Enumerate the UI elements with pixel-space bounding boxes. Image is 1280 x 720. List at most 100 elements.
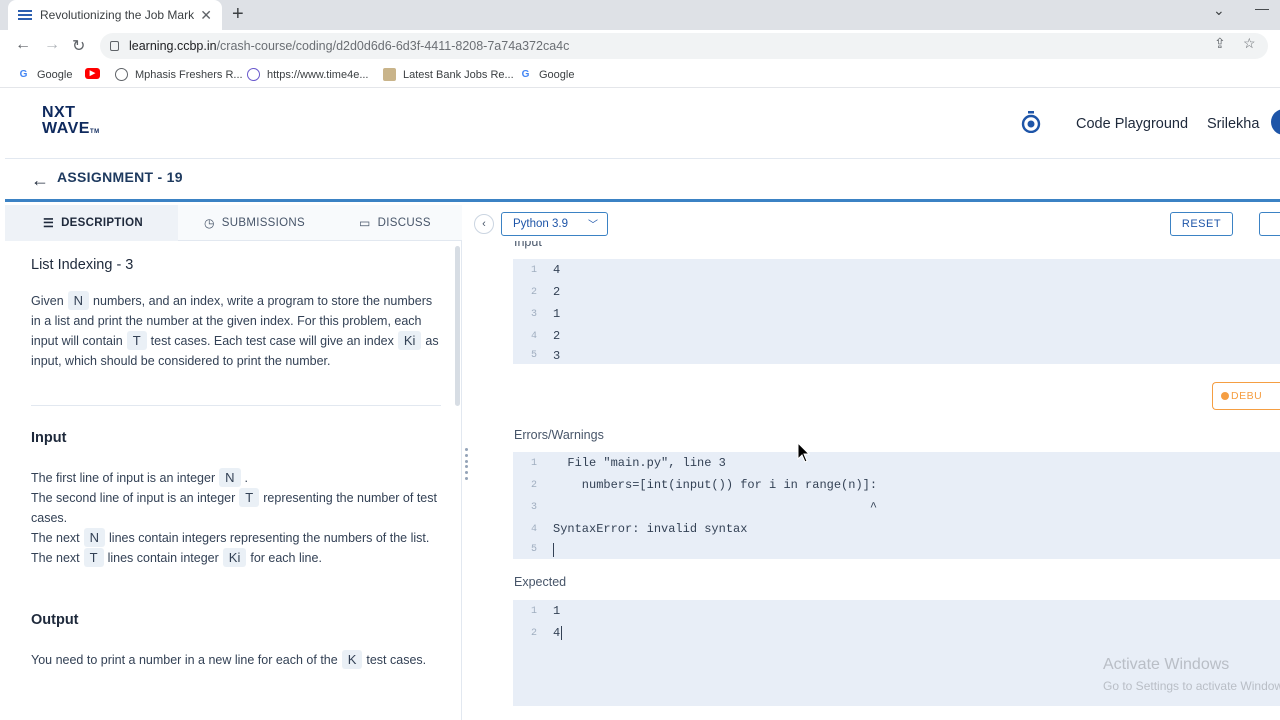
divider [31,405,441,406]
code-line: 5 [513,540,554,559]
tab-submissions[interactable]: ◷ SUBMISSIONS [204,205,305,241]
bookmark-label: Google [37,68,73,81]
clock-icon: ◷ [204,216,215,230]
share-icon[interactable]: ⇪ [1214,35,1226,52]
forward-nav-icon[interactable]: → [44,36,60,54]
youtube-icon: ▶ [85,68,100,79]
input-heading: Input [31,430,67,446]
windows-activation-watermark: Activate Windows Go to Settings to activ… [1103,656,1280,693]
code-text: SyntaxError: invalid syntax [553,522,748,536]
bookmark-item[interactable]: https://www.time4e... [247,68,368,81]
assignment-title: ASSIGNMENT - 19 [57,169,183,185]
collapse-panel-button[interactable]: ‹ [474,214,494,234]
bookmark-label: Mphasis Freshers R... [135,68,243,81]
bookmark-item[interactable]: G Google [519,68,575,81]
var-n: N [67,291,90,310]
input-text: The second line of input is an integer [31,491,236,505]
tab-submissions-label: SUBMISSIONS [221,217,305,229]
bank-icon [383,68,396,81]
code-text: 1 [553,307,561,321]
text-caret [553,542,554,557]
tab-discuss[interactable]: ▭ DISCUSS [359,205,431,241]
submit-button[interactable] [1259,212,1280,236]
back-nav-icon[interactable]: ← [15,36,31,54]
code-line: 2 numbers=[int(input()) for i in range(n… [530,478,878,492]
code-line: 31 [530,307,561,321]
input-text: The next [31,551,80,565]
url-path: /crash-course/coding/d2d0d6d6-6d3f-4411-… [216,39,570,53]
input-box[interactable]: 14 22 31 42 53 [513,259,1280,364]
google-icon: G [521,69,530,80]
chevron-down-icon: ﹀ [588,220,598,231]
panel-resize-handle[interactable] [465,448,469,480]
desc-text: Given [31,294,64,308]
var-ki: Ki [222,548,247,567]
var-ki: Ki [397,331,422,350]
code-playground-link[interactable]: Code Playground [1076,116,1188,132]
reload-icon[interactable]: ↻ [72,36,85,56]
url-input[interactable]: learning.ccbp.in/crash-course/coding/d2d… [100,33,1268,59]
bookmark-item[interactable]: G Google [17,68,73,81]
var-k: K [341,650,363,669]
bookmark-item[interactable]: Latest Bank Jobs Re... [383,68,514,81]
code-text: 4 [553,626,561,640]
back-arrow-icon[interactable]: ← [31,170,49,191]
output-text: You need to print a number in a new line… [31,653,338,667]
code-text: 2 [553,329,561,343]
lock-icon [110,41,119,51]
code-line: 24 [530,626,563,640]
code-line: 53 [530,348,561,363]
left-tabs: ☰ DESCRIPTION ◷ SUBMISSIONS ▭ DISCUSS [5,205,462,241]
input-text: The next [31,531,80,545]
problem-title: List Indexing - 3 [31,257,134,273]
description-panel[interactable]: List Indexing - 3 Given Nnumbers, and an … [5,241,462,720]
watermark-line-1: Activate Windows [1103,656,1230,673]
browser-tab-strip: Revolutionizing the Job Market | ✕ + ⌄ — [0,0,1280,30]
expected-label: Expected [514,575,567,589]
code-text: File "main.py", line 3 [553,456,726,470]
time4e-icon [247,68,260,81]
globe-icon [115,68,128,81]
reset-button[interactable]: RESET [1170,212,1233,236]
code-text: ^ [553,500,878,514]
assignment-bar: ← ASSIGNMENT - 19 [5,160,1280,202]
nxtwave-logo[interactable]: NXT WAVETM [42,105,100,140]
avatar[interactable] [1271,109,1280,135]
errors-box[interactable]: 1 File "main.py", line 3 2 numbers=[int(… [513,452,1280,559]
var-n: N [83,528,106,547]
editor-toolbar: ‹ Python 3.9 ﹀ RESET [470,205,1280,241]
code-text: numbers=[int(input()) for i in range(n)]… [553,478,878,492]
code-text: 4 [553,263,561,277]
url-host: learning.ccbp.in [129,39,217,53]
debug-label: DEBU [1231,390,1263,402]
input-description: The first line of input is an integer N. … [31,468,441,568]
user-name[interactable]: Srilekha [1207,116,1259,132]
browser-tab-title: Revolutionizing the Job Market | [40,8,195,22]
close-tab-icon[interactable]: ✕ [200,7,212,24]
browser-tab[interactable]: Revolutionizing the Job Market | ✕ [8,0,222,30]
tab-description-label: DESCRIPTION [61,217,143,229]
output-text: test cases. [366,653,427,667]
description-scrollbar[interactable] [455,246,460,406]
bookmark-star-icon[interactable]: ☆ [1243,35,1256,52]
tab-description[interactable]: ☰ DESCRIPTION [5,205,178,241]
bug-icon [1221,392,1229,400]
input-text: lines contain integer [107,551,219,565]
tab-search-chevron-icon[interactable]: ⌄ [1213,2,1225,19]
bookmark-item[interactable]: ▶ [85,68,107,79]
debug-button[interactable]: DEBU [1212,382,1280,410]
var-t: T [83,548,104,567]
language-select[interactable]: Python 3.9 ﹀ [501,212,608,236]
minimize-window-icon[interactable]: — [1255,0,1269,16]
code-line: 4 SyntaxError: invalid syntax [530,522,748,536]
chat-icon: ▭ [359,216,371,230]
description-icon: ☰ [43,216,55,230]
bookmark-label: https://www.time4e... [267,68,369,81]
input-label: Input [514,241,542,249]
stopwatch-icon[interactable] [1021,111,1041,133]
bookmark-item[interactable]: Mphasis Freshers R... [115,68,243,81]
bookmark-label: Google [539,68,575,81]
google-icon: G [19,69,28,80]
new-tab-button[interactable]: + [232,3,244,26]
test-results-panel[interactable]: Input 14 22 31 42 53 DEBU Errors/Warning… [487,241,1280,720]
